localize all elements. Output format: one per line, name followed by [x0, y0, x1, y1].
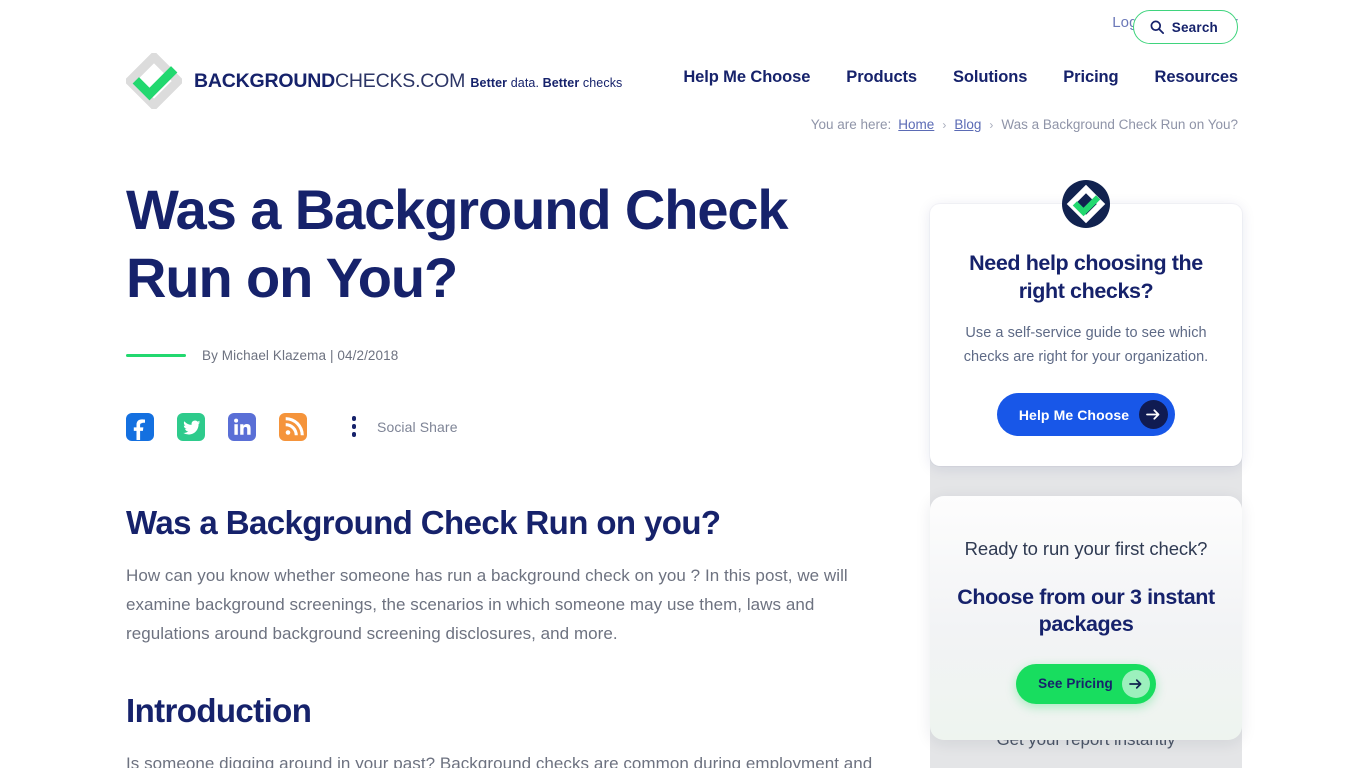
search-button-label: Search: [1171, 19, 1218, 35]
search-icon: [1150, 20, 1164, 34]
kebab-dot-3: [351, 432, 357, 437]
social-share-label: Social Share: [377, 418, 458, 435]
rss-icon[interactable]: [279, 412, 307, 441]
logo-tagline-2: data.: [507, 76, 543, 90]
logo-tagline-1: Better: [470, 76, 508, 90]
article-main: Was a Background Check Run on You? By Mi…: [126, 176, 886, 768]
byline-text: By Michael Klazema | 04/2/2018: [202, 347, 399, 363]
nav-item-resources[interactable]: Resources: [1155, 68, 1239, 87]
breadcrumb-link-home[interactable]: Home: [898, 117, 934, 132]
breadcrumb-separator-1: ›: [942, 117, 947, 132]
pricing-card-kicker: Ready to run your first check?: [964, 538, 1208, 560]
main-navigation: Help Me Choose Products Solutions Pricin…: [683, 68, 1238, 87]
byline-rule: [126, 353, 186, 357]
nav-item-help-me-choose[interactable]: Help Me Choose: [683, 68, 810, 87]
article-heading-2: Introduction: [126, 692, 312, 730]
article-heading-1: Was a Background Check Run on you?: [126, 503, 721, 541]
logo-tagline-3: Better: [542, 76, 580, 90]
site-logo[interactable]: BACKGROUNDCHECKS.COM Better data. Better…: [126, 53, 622, 109]
nav-item-products[interactable]: Products: [846, 68, 917, 87]
help-me-choose-button-label: Help Me Choose: [1018, 406, 1130, 423]
breadcrumb: You are here: Home › Blog › Was a Backgr…: [811, 117, 1238, 132]
kebab-dot-1: [351, 416, 357, 421]
breadcrumb-link-blog[interactable]: Blog: [954, 117, 981, 132]
logo-tagline: Better data. Better checks: [470, 76, 622, 90]
logo-wordmark: BACKGROUNDCHECKS.COM Better data. Better…: [194, 70, 622, 92]
sidebar: Need help choosing the right checks? Use…: [930, 180, 1242, 740]
site-header: Login | Register Search: [0, 0, 1366, 56]
kebab-dot-2: [351, 424, 357, 429]
arrow-right-icon: [1139, 400, 1169, 430]
pricing-card: Ready to run your first check? Choose fr…: [930, 496, 1242, 740]
see-pricing-button-label: See Pricing: [1038, 676, 1113, 692]
twitter-icon[interactable]: [177, 412, 205, 441]
see-pricing-button[interactable]: See Pricing: [1016, 663, 1156, 704]
help-choose-card: Need help choosing the right checks? Use…: [930, 180, 1242, 467]
search-button[interactable]: Search: [1132, 10, 1238, 44]
breadcrumb-separator-2: ›: [989, 117, 994, 132]
linkedin-icon[interactable]: [228, 412, 256, 441]
social-share-bar: Social Share: [126, 412, 886, 441]
facebook-icon[interactable]: [126, 412, 154, 441]
logo-name-bold: BACKGROUND: [194, 70, 335, 92]
brand-check-diamond-icon: [1062, 180, 1110, 228]
kebab-menu-icon[interactable]: [345, 413, 363, 441]
help-card-description: Use a self-service guide to see which ch…: [963, 325, 1209, 365]
logo-name-light: CHECKS.COM: [335, 70, 466, 92]
breadcrumb-current: Was a Background Check Run on You?: [1001, 117, 1238, 132]
byline: By Michael Klazema | 04/2/2018: [126, 348, 886, 363]
logo-diamond-check-icon: [126, 53, 182, 109]
logo-tagline-4: checks: [579, 76, 623, 90]
nav-item-pricing[interactable]: Pricing: [1063, 68, 1118, 87]
breadcrumb-prefix: You are here:: [810, 117, 892, 132]
page-root: Login | Register Search BACKGROUNDCHECKS…: [0, 0, 1366, 768]
article-paragraph-1: How can you know whether someone has run…: [126, 565, 848, 643]
pricing-card-headline: Choose from our 3 instant packages: [957, 584, 1215, 636]
help-me-choose-button[interactable]: Help Me Choose: [996, 393, 1176, 437]
arrow-right-icon: [1121, 669, 1150, 698]
page-title: Was a Background Check Run on You?: [126, 178, 789, 309]
article-paragraph-2: Is someone digging around in your past? …: [126, 754, 873, 768]
help-card-title: Need help choosing the right checks?: [969, 251, 1203, 303]
nav-item-solutions[interactable]: Solutions: [953, 68, 1027, 87]
